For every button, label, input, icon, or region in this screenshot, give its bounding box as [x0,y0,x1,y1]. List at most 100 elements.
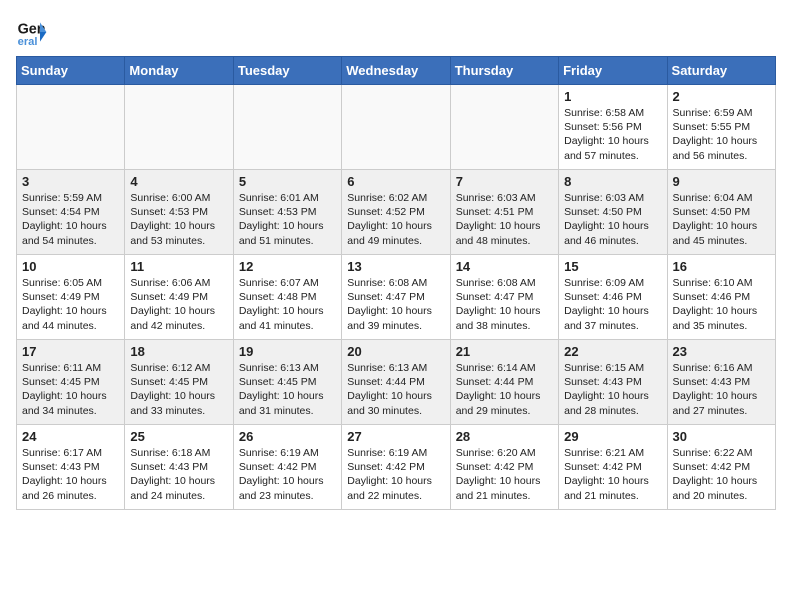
calendar-cell: 30 Sunrise: 6:22 AM Sunset: 4:42 PM Dayli… [667,425,775,510]
weekday-header-monday: Monday [125,57,233,85]
day-number: 10 [22,259,119,274]
day-info: Sunrise: 6:08 AM Sunset: 4:47 PM Dayligh… [347,276,444,333]
day-number: 16 [673,259,770,274]
day-info: Sunrise: 6:13 AM Sunset: 4:45 PM Dayligh… [239,361,336,418]
calendar-cell: 22 Sunrise: 6:15 AM Sunset: 4:43 PM Dayli… [559,340,667,425]
day-number: 26 [239,429,336,444]
page-header: Gen eral [16,16,776,48]
day-number: 15 [564,259,661,274]
weekday-header-sunday: Sunday [17,57,125,85]
day-number: 9 [673,174,770,189]
calendar-cell: 5 Sunrise: 6:01 AM Sunset: 4:53 PM Daylig… [233,170,341,255]
day-info: Sunrise: 6:10 AM Sunset: 4:46 PM Dayligh… [673,276,770,333]
day-info: Sunrise: 6:13 AM Sunset: 4:44 PM Dayligh… [347,361,444,418]
calendar-cell: 6 Sunrise: 6:02 AM Sunset: 4:52 PM Daylig… [342,170,450,255]
week-row-4: 17Sunrise: 6:11 AM Sunset: 4:45 PM Dayli… [17,340,776,425]
day-number: 25 [130,429,227,444]
calendar-cell [17,85,125,170]
calendar-cell: 16 Sunrise: 6:10 AM Sunset: 4:46 PM Dayli… [667,255,775,340]
calendar-cell: 15 Sunrise: 6:09 AM Sunset: 4:46 PM Dayli… [559,255,667,340]
day-info: Sunrise: 6:15 AM Sunset: 4:43 PM Dayligh… [564,361,661,418]
day-info: Sunrise: 6:00 AM Sunset: 4:53 PM Dayligh… [130,191,227,248]
calendar-cell [125,85,233,170]
svg-text:eral: eral [18,36,38,48]
day-number: 23 [673,344,770,359]
day-number: 3 [22,174,119,189]
day-info: Sunrise: 6:07 AM Sunset: 4:48 PM Dayligh… [239,276,336,333]
calendar-cell: 1 Sunrise: 6:58 AM Sunset: 5:56 PM Daylig… [559,85,667,170]
day-info: Sunrise: 6:19 AM Sunset: 4:42 PM Dayligh… [347,446,444,503]
weekday-header-tuesday: Tuesday [233,57,341,85]
weekday-header-saturday: Saturday [667,57,775,85]
calendar-cell: 21 Sunrise: 6:14 AM Sunset: 4:44 PM Dayli… [450,340,558,425]
day-number: 4 [130,174,227,189]
calendar-cell: 7Sunrise: 6:03 AM Sunset: 4:51 PM Daylig… [450,170,558,255]
day-info: Sunrise: 6:05 AM Sunset: 4:49 PM Dayligh… [22,276,119,333]
calendar-cell: 4 Sunrise: 6:00 AM Sunset: 4:53 PM Daylig… [125,170,233,255]
day-info: Sunrise: 6:08 AM Sunset: 4:47 PM Dayligh… [456,276,553,333]
weekday-header-wednesday: Wednesday [342,57,450,85]
calendar-cell: 11 Sunrise: 6:06 AM Sunset: 4:49 PM Dayli… [125,255,233,340]
day-number: 22 [564,344,661,359]
day-number: 12 [239,259,336,274]
day-info: Sunrise: 6:17 AM Sunset: 4:43 PM Dayligh… [22,446,119,503]
day-number: 29 [564,429,661,444]
week-row-2: 3 Sunrise: 5:59 AM Sunset: 4:54 PM Daylig… [17,170,776,255]
day-info: Sunrise: 6:58 AM Sunset: 5:56 PM Dayligh… [564,106,661,163]
day-number: 13 [347,259,444,274]
day-number: 6 [347,174,444,189]
week-row-5: 24 Sunrise: 6:17 AM Sunset: 4:43 PM Dayli… [17,425,776,510]
day-number: 5 [239,174,336,189]
day-info: Sunrise: 5:59 AM Sunset: 4:54 PM Dayligh… [22,191,119,248]
day-number: 1 [564,89,661,104]
day-info: Sunrise: 6:14 AM Sunset: 4:44 PM Dayligh… [456,361,553,418]
calendar-cell [450,85,558,170]
calendar-cell: 3 Sunrise: 5:59 AM Sunset: 4:54 PM Daylig… [17,170,125,255]
calendar-cell: 23 Sunrise: 6:16 AM Sunset: 4:43 PM Dayli… [667,340,775,425]
day-number: 19 [239,344,336,359]
day-info: Sunrise: 6:06 AM Sunset: 4:49 PM Dayligh… [130,276,227,333]
calendar-cell: 20 Sunrise: 6:13 AM Sunset: 4:44 PM Dayli… [342,340,450,425]
calendar-cell: 2 Sunrise: 6:59 AM Sunset: 5:55 PM Daylig… [667,85,775,170]
calendar-cell: 19 Sunrise: 6:13 AM Sunset: 4:45 PM Dayli… [233,340,341,425]
day-info: Sunrise: 6:03 AM Sunset: 4:50 PM Dayligh… [564,191,661,248]
day-info: Sunrise: 6:19 AM Sunset: 4:42 PM Dayligh… [239,446,336,503]
calendar-cell: 26 Sunrise: 6:19 AM Sunset: 4:42 PM Dayli… [233,425,341,510]
calendar-cell [233,85,341,170]
day-info: Sunrise: 6:20 AM Sunset: 4:42 PM Dayligh… [456,446,553,503]
calendar-cell: 29Sunrise: 6:21 AM Sunset: 4:42 PM Dayli… [559,425,667,510]
day-number: 2 [673,89,770,104]
day-info: Sunrise: 6:02 AM Sunset: 4:52 PM Dayligh… [347,191,444,248]
calendar-cell: 9 Sunrise: 6:04 AM Sunset: 4:50 PM Daylig… [667,170,775,255]
day-number: 21 [456,344,553,359]
day-info: Sunrise: 6:59 AM Sunset: 5:55 PM Dayligh… [673,106,770,163]
weekday-header-thursday: Thursday [450,57,558,85]
day-info: Sunrise: 6:16 AM Sunset: 4:43 PM Dayligh… [673,361,770,418]
day-number: 20 [347,344,444,359]
calendar-cell: 10 Sunrise: 6:05 AM Sunset: 4:49 PM Dayli… [17,255,125,340]
calendar-cell: 18Sunrise: 6:12 AM Sunset: 4:45 PM Dayli… [125,340,233,425]
week-row-1: 1 Sunrise: 6:58 AM Sunset: 5:56 PM Daylig… [17,85,776,170]
day-info: Sunrise: 6:09 AM Sunset: 4:46 PM Dayligh… [564,276,661,333]
day-number: 28 [456,429,553,444]
day-number: 14 [456,259,553,274]
calendar-cell: 12 Sunrise: 6:07 AM Sunset: 4:48 PM Dayli… [233,255,341,340]
day-info: Sunrise: 6:01 AM Sunset: 4:53 PM Dayligh… [239,191,336,248]
day-number: 27 [347,429,444,444]
calendar-cell [342,85,450,170]
day-number: 8 [564,174,661,189]
calendar-cell: 17Sunrise: 6:11 AM Sunset: 4:45 PM Dayli… [17,340,125,425]
day-info: Sunrise: 6:22 AM Sunset: 4:42 PM Dayligh… [673,446,770,503]
day-number: 11 [130,259,227,274]
day-number: 18 [130,344,227,359]
calendar-cell: 25Sunrise: 6:18 AM Sunset: 4:43 PM Dayli… [125,425,233,510]
calendar-cell: 8 Sunrise: 6:03 AM Sunset: 4:50 PM Daylig… [559,170,667,255]
calendar-cell: 13 Sunrise: 6:08 AM Sunset: 4:47 PM Dayli… [342,255,450,340]
day-number: 30 [673,429,770,444]
day-number: 24 [22,429,119,444]
week-row-3: 10 Sunrise: 6:05 AM Sunset: 4:49 PM Dayli… [17,255,776,340]
day-info: Sunrise: 6:04 AM Sunset: 4:50 PM Dayligh… [673,191,770,248]
calendar-cell: 28 Sunrise: 6:20 AM Sunset: 4:42 PM Dayli… [450,425,558,510]
weekday-header-friday: Friday [559,57,667,85]
logo: Gen eral [16,16,52,48]
